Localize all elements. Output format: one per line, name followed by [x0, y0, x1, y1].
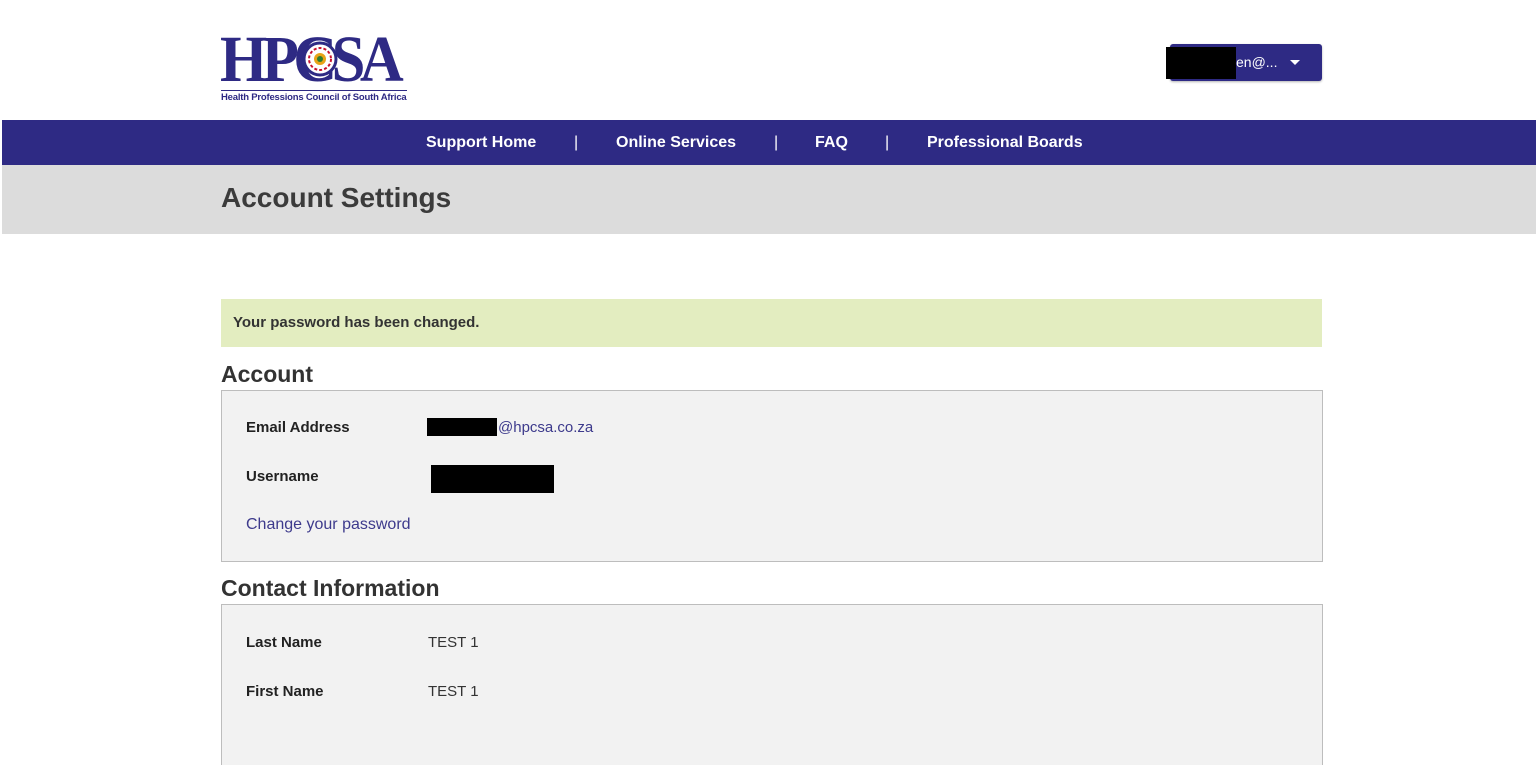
nav-faq[interactable]: FAQ: [815, 120, 848, 165]
first-name-value: TEST 1: [428, 683, 479, 700]
page-title-bar: Account Settings: [2, 165, 1536, 234]
caret-down-icon: [1290, 60, 1300, 65]
change-password-link[interactable]: Change your password: [246, 516, 411, 534]
last-name-label: Last Name: [246, 634, 322, 651]
nav-support-home[interactable]: Support Home: [426, 120, 536, 165]
email-label: Email Address: [246, 419, 350, 436]
hpcsa-logo[interactable]: HPCSA Health Professions Council of Sout…: [220, 27, 426, 104]
first-name-label: First Name: [246, 683, 324, 700]
user-account-dropdown[interactable]: en@...: [1166, 44, 1322, 81]
redacted-username: [1166, 47, 1236, 79]
username-label: Username: [246, 468, 319, 485]
contact-info-heading: Contact Information: [221, 575, 440, 601]
nav-separator: |: [774, 134, 779, 151]
last-name-value: TEST 1: [428, 634, 479, 651]
success-alert: Your password has been changed.: [221, 299, 1322, 347]
main-navigation: Support Home | Online Services | FAQ | P…: [2, 120, 1536, 165]
nav-online-services[interactable]: Online Services: [616, 120, 736, 165]
redacted-username-value: [431, 465, 554, 493]
nav-separator: |: [574, 134, 579, 151]
user-menu-label: en@...: [1236, 54, 1278, 70]
nav-separator: |: [885, 134, 890, 151]
account-panel: Email Address @hpcsa.co.za Username Chan…: [221, 390, 1323, 562]
logo-subtitle: Health Professions Council of South Afri…: [221, 90, 407, 103]
alert-message: Your password has been changed.: [233, 314, 480, 331]
redacted-email-prefix: [427, 418, 497, 436]
nav-professional-boards[interactable]: Professional Boards: [927, 120, 1083, 165]
page-title: Account Settings: [221, 182, 452, 213]
contact-info-panel: Last Name TEST 1 First Name TEST 1: [221, 604, 1323, 765]
account-heading: Account: [221, 361, 313, 387]
site-header: HPCSA Health Professions Council of Sout…: [0, 0, 1536, 120]
email-value: @hpcsa.co.za: [498, 419, 594, 436]
coat-of-arms-icon: [302, 41, 338, 77]
